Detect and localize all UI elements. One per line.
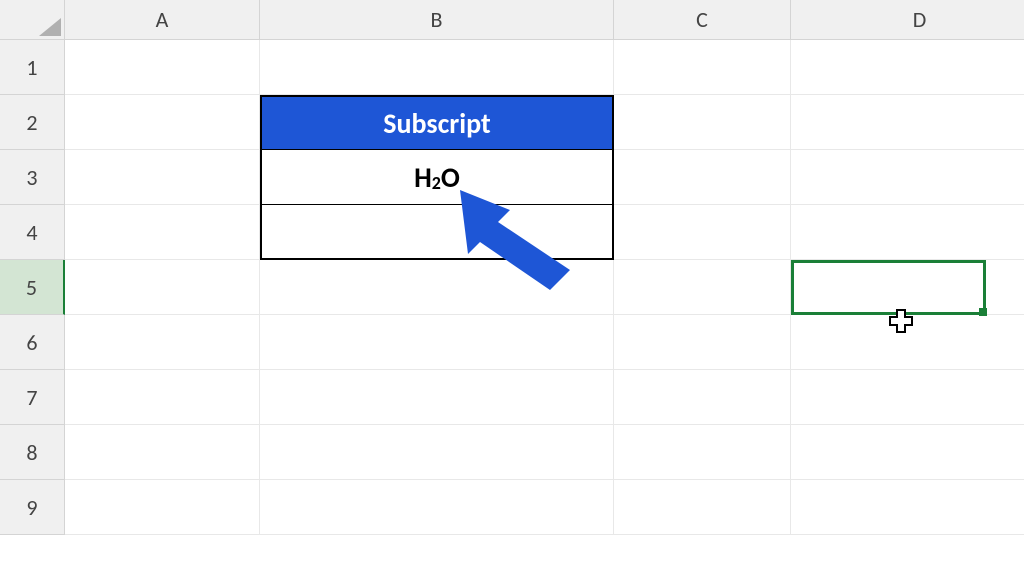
cell-b3[interactable]: H2O	[260, 150, 614, 205]
cell-b1[interactable]	[260, 40, 614, 95]
cell-d6[interactable]	[791, 315, 1024, 370]
spreadsheet: A B C D 1 2 3 4 5 6 7 8 9 Subscript	[0, 0, 1024, 576]
row-header-3[interactable]: 3	[0, 150, 65, 205]
cell-b9[interactable]	[260, 480, 614, 535]
row-header-7[interactable]: 7	[0, 370, 65, 425]
cell-c6[interactable]	[614, 315, 791, 370]
cell-c1[interactable]	[614, 40, 791, 95]
row-8	[65, 425, 1024, 480]
cell-a8[interactable]	[65, 425, 260, 480]
cell-a9[interactable]	[65, 480, 260, 535]
cell-b5[interactable]	[260, 260, 614, 315]
formula-part-1: H	[414, 160, 432, 195]
cell-grid: Subscript H2O	[65, 40, 1024, 535]
cell-c5[interactable]	[614, 260, 791, 315]
formula-part-3: O	[441, 160, 460, 195]
col-header-b[interactable]: B	[260, 0, 614, 40]
cell-d9[interactable]	[791, 480, 1024, 535]
cell-c4[interactable]	[614, 205, 791, 260]
cell-c7[interactable]	[614, 370, 791, 425]
row-header-9[interactable]: 9	[0, 480, 65, 535]
cell-a4[interactable]	[65, 205, 260, 260]
row-4	[65, 205, 1024, 260]
col-header-c[interactable]: C	[614, 0, 791, 40]
cell-d2[interactable]	[791, 95, 1024, 150]
column-headers: A B C D	[65, 0, 1024, 40]
row-header-4[interactable]: 4	[0, 205, 65, 260]
cell-c8[interactable]	[614, 425, 791, 480]
cell-d8[interactable]	[791, 425, 1024, 480]
select-all-corner[interactable]	[0, 0, 65, 40]
cell-b8[interactable]	[260, 425, 614, 480]
row-6	[65, 315, 1024, 370]
row-9	[65, 480, 1024, 535]
row-headers: 1 2 3 4 5 6 7 8 9	[0, 40, 65, 535]
col-header-d[interactable]: D	[791, 0, 1024, 40]
cell-d1[interactable]	[791, 40, 1024, 95]
row-header-2[interactable]: 2	[0, 95, 65, 150]
cell-d3[interactable]	[791, 150, 1024, 205]
row-1	[65, 40, 1024, 95]
cell-d4[interactable]	[791, 205, 1024, 260]
cell-b2[interactable]: Subscript	[260, 95, 614, 150]
row-3: H2O	[65, 150, 1024, 205]
row-7	[65, 370, 1024, 425]
cell-a3[interactable]	[65, 150, 260, 205]
cell-c3[interactable]	[614, 150, 791, 205]
cell-d5[interactable]	[791, 260, 1024, 315]
col-header-a[interactable]: A	[65, 0, 260, 40]
cell-c2[interactable]	[614, 95, 791, 150]
row-header-5[interactable]: 5	[0, 260, 65, 315]
formula-subscript: 2	[432, 172, 441, 194]
cell-a6[interactable]	[65, 315, 260, 370]
row-2: Subscript	[65, 95, 1024, 150]
row-header-8[interactable]: 8	[0, 425, 65, 480]
cell-a5[interactable]	[65, 260, 260, 315]
row-header-1[interactable]: 1	[0, 40, 65, 95]
cell-a7[interactable]	[65, 370, 260, 425]
cell-a2[interactable]	[65, 95, 260, 150]
cell-b4[interactable]	[260, 205, 614, 260]
cell-b6[interactable]	[260, 315, 614, 370]
row-header-6[interactable]: 6	[0, 315, 65, 370]
cell-a1[interactable]	[65, 40, 260, 95]
row-5	[65, 260, 1024, 315]
cell-c9[interactable]	[614, 480, 791, 535]
cell-b7[interactable]	[260, 370, 614, 425]
cell-d7[interactable]	[791, 370, 1024, 425]
